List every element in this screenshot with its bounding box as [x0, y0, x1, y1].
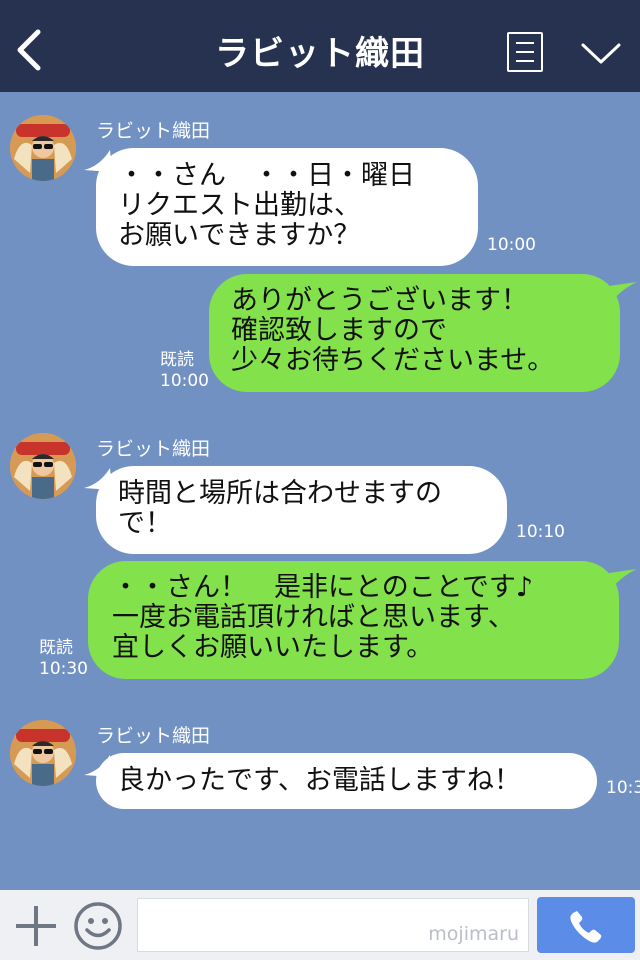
message-time: 10:30	[606, 778, 640, 798]
plus-icon	[16, 906, 56, 946]
message-bubble-incoming[interactable]: 良かったです、お電話しますね！	[96, 753, 597, 809]
call-button[interactable]	[537, 897, 635, 953]
sender-name: ラビット織田	[96, 725, 211, 747]
message-bubble-incoming[interactable]: ・・さん ・・日・曜日 リクエスト出勤は、 お願いできますか？	[96, 148, 478, 266]
watermark-text: mojimaru	[428, 923, 519, 945]
sender-name: ラビット織田	[96, 438, 211, 460]
list-icon	[516, 42, 534, 44]
avatar[interactable]	[10, 433, 76, 499]
rabbit-avatar-icon	[10, 115, 76, 181]
read-receipt: 既読	[160, 350, 194, 370]
message-bubble-incoming[interactable]: 時間と場所は合わせますの で！	[96, 466, 507, 554]
bubble-tail	[609, 569, 637, 589]
chevron-down-icon	[581, 43, 621, 64]
message-time: 10:00	[160, 371, 209, 391]
avatar[interactable]	[10, 115, 76, 181]
chat-title: ラビット織田	[215, 34, 425, 74]
menu-button[interactable]	[507, 32, 543, 72]
message-input[interactable]: mojimaru	[137, 898, 529, 952]
emoji-button[interactable]	[73, 901, 123, 951]
message-list[interactable]: ラビット織田 ・・さん ・・日・曜日 リクエスト出勤は、 お願いできますか？ 1…	[0, 92, 640, 890]
rabbit-avatar-icon	[10, 433, 76, 499]
chat-header: ラビット織田	[0, 0, 640, 92]
read-receipt: 既読	[39, 638, 73, 658]
message-bubble-outgoing[interactable]: ・・さん！ 是非にとのことです♪ 一度お電話頂ければと思います、 宜しくお願いい…	[88, 561, 619, 679]
sender-name: ラビット織田	[96, 120, 211, 142]
phone-icon	[570, 911, 602, 943]
avatar[interactable]	[10, 720, 76, 786]
rabbit-avatar-icon	[10, 720, 76, 786]
smiley-icon	[74, 902, 122, 950]
plus-button[interactable]	[14, 904, 58, 948]
message-bubble-outgoing[interactable]: ありがとうございます！ 確認致しますので 少々お待ちくださいませ。	[209, 274, 620, 392]
bubble-tail	[609, 282, 637, 302]
chat-app: ラビット織田 ラビット織田 ・・さん ・・日・曜日 リクエスト出勤は、 お願いで…	[0, 0, 640, 960]
message-time: 10:00	[487, 235, 536, 255]
message-time: 10:30	[39, 659, 88, 679]
message-time: 10:10	[516, 522, 565, 542]
collapse-button[interactable]	[580, 42, 622, 66]
input-bar: mojimaru	[0, 890, 640, 960]
